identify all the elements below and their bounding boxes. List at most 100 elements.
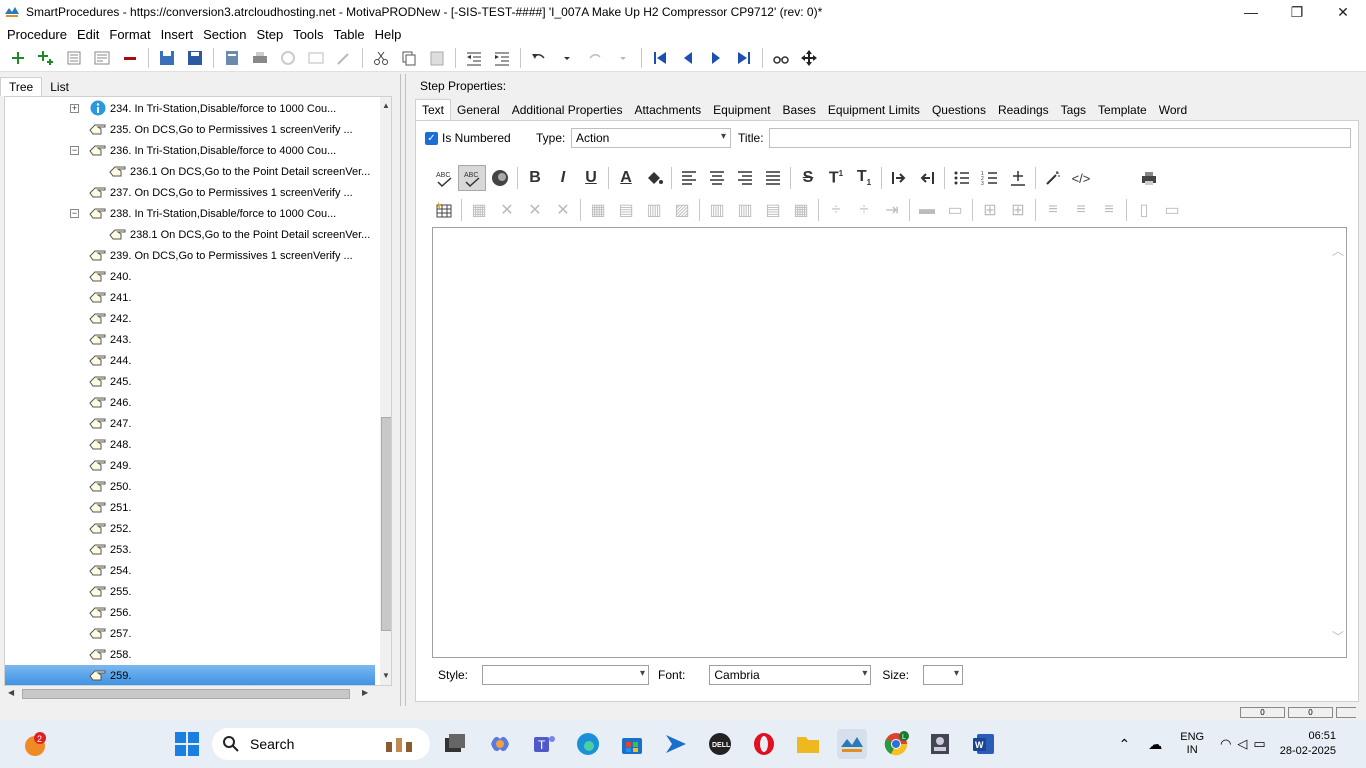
numbered-list-button[interactable]: 123 [976, 165, 1004, 191]
strikethrough-button[interactable]: S [794, 165, 822, 191]
tab-questions[interactable]: Questions [926, 100, 992, 120]
style-select[interactable]: ▾ [482, 665, 650, 685]
frame-button[interactable] [302, 46, 330, 70]
collapse-icon[interactable]: − [70, 146, 79, 155]
chevron-up-icon[interactable]: ⌃ [1119, 736, 1131, 753]
border-style-button[interactable]: ⊞ [1004, 197, 1032, 223]
chrome-button[interactable]: L [881, 729, 911, 759]
delete-rows-button[interactable]: ✕ [493, 197, 521, 223]
split-column-button[interactable]: ÷ [850, 197, 878, 223]
menu-tools[interactable]: Tools [288, 27, 328, 42]
tab-template[interactable]: Template [1092, 100, 1153, 120]
type-select[interactable]: Action ▾ [571, 128, 731, 148]
menu-insert[interactable]: Insert [156, 27, 199, 42]
tree-node[interactable]: 242. [5, 308, 375, 329]
tree-node[interactable]: 258. [5, 644, 375, 665]
delete-columns-button[interactable]: ✕ [521, 197, 549, 223]
find-button[interactable] [767, 46, 795, 70]
weather-widget[interactable]: 2 [20, 729, 50, 759]
insert-column-right-button[interactable]: ▥ [731, 197, 759, 223]
tree-node[interactable]: 253. [5, 539, 375, 560]
panel-splitter[interactable] [400, 74, 406, 706]
row-properties-button[interactable]: ▤ [612, 197, 640, 223]
copy-button[interactable] [395, 46, 423, 70]
print-button[interactable] [246, 46, 274, 70]
minimize-button[interactable]: — [1228, 0, 1274, 24]
insert-row-above-button[interactable]: ▤ [759, 197, 787, 223]
tree-node[interactable]: 236.1 On DCS,Go to the Point Detail scre… [5, 161, 375, 182]
menu-help[interactable]: Help [370, 27, 407, 42]
row-height-button[interactable]: ▭ [1158, 197, 1186, 223]
previous-step-button[interactable] [674, 46, 702, 70]
delete-table-button[interactable]: ✕ [549, 197, 577, 223]
volume-icon[interactable]: ◁ [1237, 736, 1247, 752]
menu-edit[interactable]: Edit [72, 27, 104, 42]
redo-dropdown[interactable] [609, 46, 637, 70]
bold-button[interactable]: B [521, 165, 549, 191]
add-step-button[interactable] [4, 46, 32, 70]
store-button[interactable] [617, 729, 647, 759]
underline-button[interactable]: U [577, 165, 605, 191]
chevron-up-icon[interactable]: ︿ [1332, 242, 1344, 259]
tab-equipment[interactable]: Equipment [707, 100, 776, 120]
refresh-button[interactable] [274, 46, 302, 70]
undo-button[interactable] [525, 46, 553, 70]
tab-list[interactable]: List [42, 78, 77, 96]
tree-node[interactable]: 243. [5, 329, 375, 350]
tree-node[interactable]: +234. In Tri-Station,Disable/force to 10… [5, 98, 375, 119]
align-top-button[interactable]: ≡ [1039, 197, 1067, 223]
align-left-button[interactable] [675, 165, 703, 191]
tab-bases[interactable]: Bases [777, 100, 822, 120]
word-button[interactable]: W [969, 729, 999, 759]
border-button[interactable]: ⊞ [976, 197, 1004, 223]
tab-tags[interactable]: Tags [1055, 100, 1092, 120]
app-button[interactable] [925, 729, 955, 759]
tree-node[interactable]: 248. [5, 434, 375, 455]
battery-icon[interactable]: ▭ [1253, 736, 1265, 752]
tree-node[interactable]: 257. [5, 623, 375, 644]
close-button[interactable]: ✕ [1320, 0, 1366, 24]
size-select[interactable]: ▾ [923, 665, 964, 685]
auto-spell-check-button[interactable]: ABC [458, 165, 486, 191]
table-properties-button[interactable]: ▦ [465, 197, 493, 223]
tree-node[interactable]: 252. [5, 518, 375, 539]
expand-icon[interactable]: + [70, 104, 79, 113]
network-sync-icon[interactable]: ☁ [1148, 736, 1162, 753]
add-substep-button[interactable] [32, 46, 60, 70]
merge-cells-button[interactable]: ▬ [913, 197, 941, 223]
tab-text[interactable]: Text [415, 99, 452, 120]
insert-row-below-button[interactable]: ▦ [787, 197, 815, 223]
tree-node[interactable]: 241. [5, 287, 375, 308]
tree-node[interactable]: 259. [5, 665, 375, 685]
file-explorer-button[interactable] [793, 729, 823, 759]
indent-button[interactable] [488, 46, 516, 70]
last-step-button[interactable] [730, 46, 758, 70]
tab-readings[interactable]: Readings [992, 100, 1055, 120]
scroll-thumb[interactable] [381, 417, 391, 631]
font-color-button[interactable]: A [612, 165, 640, 191]
tree-node[interactable]: 238.1 On DCS,Go to the Point Detail scre… [5, 224, 375, 245]
align-center-button[interactable] [703, 165, 731, 191]
tab-attachments[interactable]: Attachments [628, 100, 707, 120]
menu-procedure[interactable]: Procedure [2, 27, 72, 42]
next-step-button[interactable] [702, 46, 730, 70]
list-view-button[interactable] [60, 46, 88, 70]
tree-node[interactable]: 246. [5, 392, 375, 413]
tab-tree[interactable]: Tree [0, 77, 43, 96]
section-view-button[interactable] [88, 46, 116, 70]
insert-column-left-button[interactable]: ▥ [703, 197, 731, 223]
taskbar-search[interactable]: Search [212, 728, 430, 760]
menu-table[interactable]: Table [329, 27, 370, 42]
tree-node[interactable]: 249. [5, 455, 375, 476]
tree-node[interactable]: 235. On DCS,Go to Permissives 1 screenVe… [5, 119, 375, 140]
title-input[interactable] [769, 128, 1351, 148]
wizard-button[interactable] [330, 46, 358, 70]
tree-node[interactable]: 256. [5, 602, 375, 623]
tree-vertical-scrollbar[interactable]: ▲ ▼ [380, 97, 391, 685]
spell-check-button[interactable]: ABC [430, 165, 458, 191]
chevron-down-icon[interactable]: ﹀ [1332, 628, 1344, 645]
tree-node[interactable]: 254. [5, 560, 375, 581]
font-select[interactable]: Cambria ▾ [709, 665, 872, 685]
save-as-button[interactable] [181, 46, 209, 70]
tree-node[interactable]: − 236. In Tri-Station,Disable/force to 40… [5, 140, 375, 161]
